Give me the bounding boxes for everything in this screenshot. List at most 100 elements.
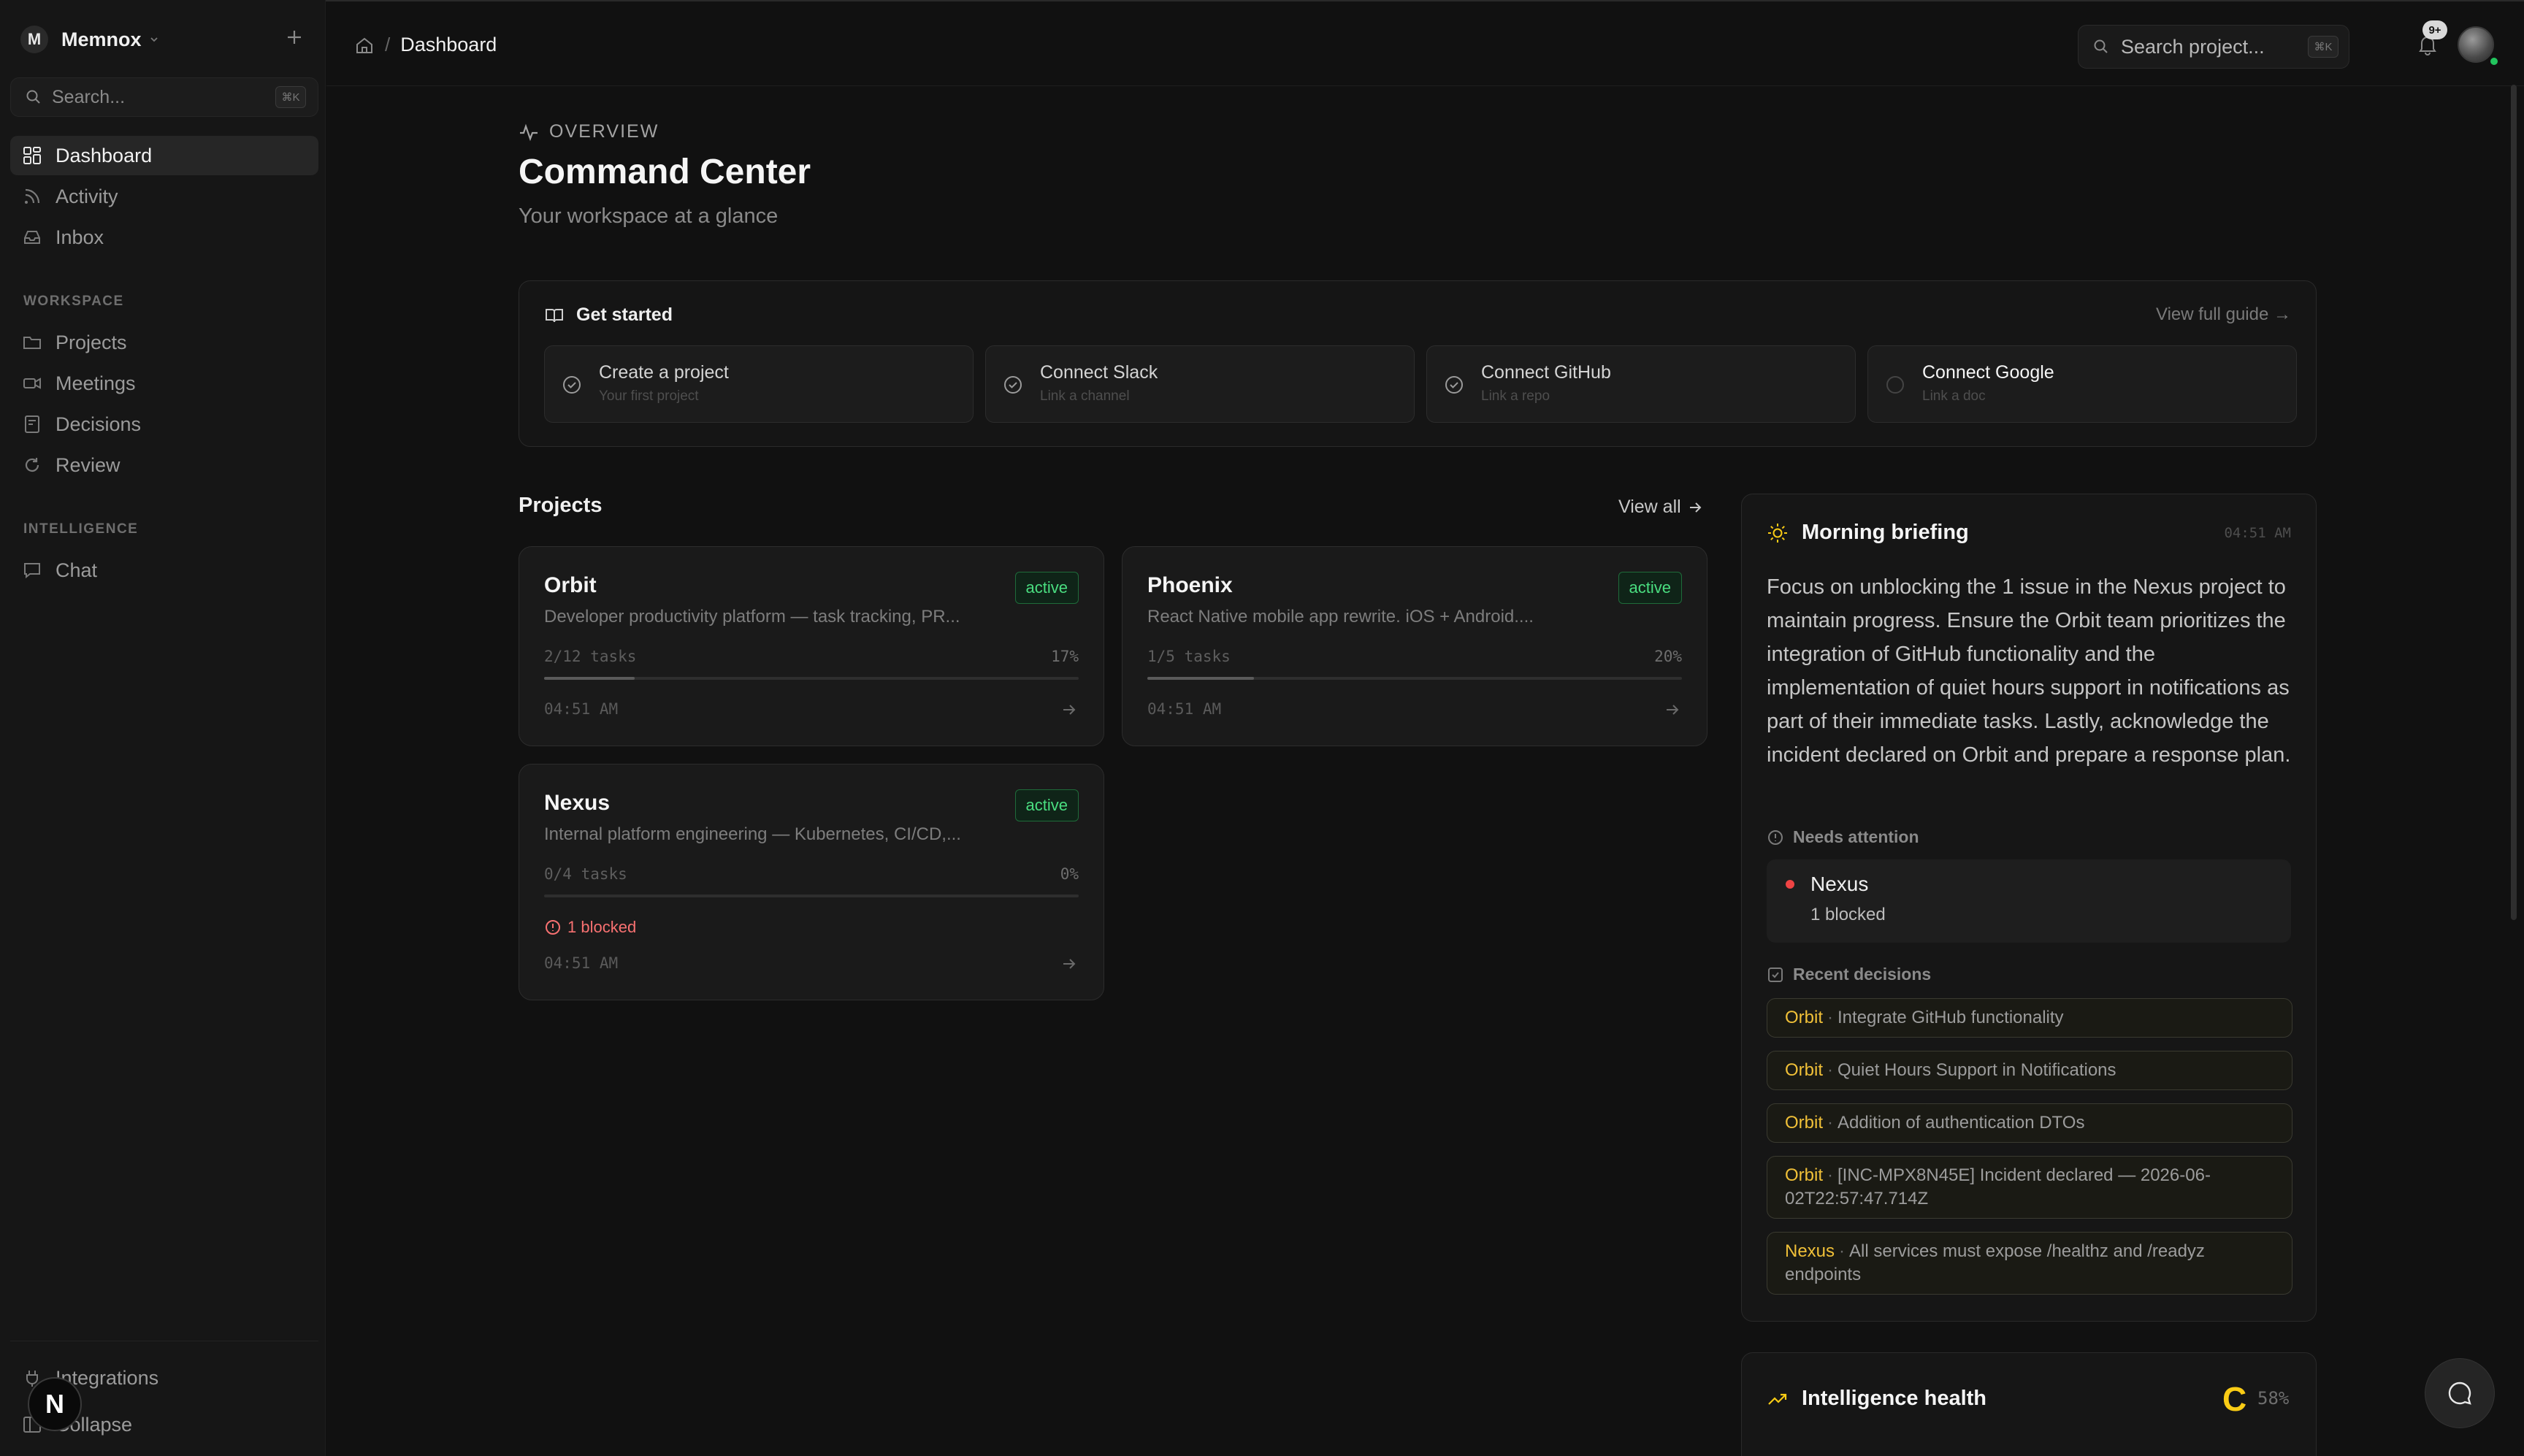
sun-icon [1768,523,1787,543]
plus-icon[interactable] [285,28,304,47]
empty-circle-icon [1886,376,1904,394]
project-name: Orbit [544,573,597,597]
project-card-phoenix[interactable]: Phoenix active React Native mobile app r… [1122,546,1707,746]
project-name: Nexus [544,791,611,815]
sidebar-item-review[interactable]: Review [10,445,318,485]
decision-item[interactable]: Orbit · [INC-MPX8N45E] Incident declared —… [1767,1156,2292,1219]
separator-dot: · [1827,1008,1834,1027]
page-scrollbar[interactable] [2511,85,2517,920]
breadcrumb: / Dashboard [354,34,497,56]
task-count: 1/5 tasks [1147,648,1231,665]
workspace-name: Memnox [61,28,142,50]
alert-circle-icon [546,920,560,935]
sidebar-item-activity[interactable]: Activity [10,177,318,216]
attention-item-nexus[interactable]: Nexus 1 blocked [1767,859,2291,943]
search-icon [2094,39,2108,53]
workspace-avatar: M [20,26,48,53]
search-icon [26,90,40,104]
morning-briefing-card: Morning briefing 04:51 AM Focus on unblo… [1741,494,2317,1322]
decision-item[interactable]: Nexus · All services must expose /healthz … [1767,1232,2292,1295]
sidebar: M Memnox ⌘K Dashboard Activity Inbox WOR… [0,0,326,1456]
status-badge: active [1014,789,1079,821]
home-icon[interactable] [354,35,375,55]
step-create-project[interactable]: Create a project Your first project [544,345,974,423]
separator-dot: · [1827,1113,1834,1133]
decision-text: Integrate GitHub functionality [1837,1008,2064,1027]
project-card-nexus[interactable]: Nexus active Internal platform engineeri… [519,764,1104,1000]
get-started-card: Get started View full guide → Create a p… [519,280,2317,447]
arrow-right-icon [1063,959,1076,969]
progress-fill [544,677,635,680]
alert-dot [1786,880,1794,889]
topbar: / Dashboard ⌘K 9+ [326,0,2524,86]
arrow-right-icon [1667,705,1679,715]
sidebar-search-input[interactable] [52,86,271,108]
attention-project: Nexus [1810,873,1869,895]
video-icon [23,378,41,389]
separator-dot: · [1839,1241,1846,1261]
check-circle-icon [563,376,581,394]
inbox-icon [24,231,40,244]
step-subtitle: Link a channel [1040,388,1130,404]
step-connect-slack[interactable]: Connect Slack Link a channel [985,345,1415,423]
shortcut-hint: ⌘K [275,86,306,108]
page-title: Command Center [519,153,811,191]
activity-icon [520,123,538,141]
decision-project: Orbit [1785,1113,1824,1133]
project-description: React Native mobile app rewrite. iOS + A… [1147,607,1534,627]
project-search-input[interactable] [2121,35,2318,58]
sidebar-item-inbox[interactable]: Inbox [10,218,318,257]
dev-tools-badge[interactable]: N [28,1377,82,1431]
message-circle-icon [2448,1382,2471,1405]
progress-bar [1147,677,1682,680]
progress-percent: 17% [1051,648,1079,665]
recent-decisions-label: Recent decisions [1793,965,1932,984]
decision-project: Orbit [1785,1008,1824,1027]
sidebar-item-label: Decisions [56,413,142,435]
decision-item[interactable]: Orbit · Integrate GitHub functionality [1767,998,2292,1038]
step-connect-google[interactable]: Connect Google Link a doc [1867,345,2297,423]
sidebar-item-chat[interactable]: Chat [10,551,318,590]
shortcut-hint: ⌘K [2308,36,2338,58]
chat-fab-button[interactable] [2425,1358,2495,1428]
task-count: 0/4 tasks [544,865,627,883]
check-circle-icon [1004,376,1022,394]
sidebar-item-label: Chat [56,559,98,581]
project-card-orbit[interactable]: Orbit active Developer productivity plat… [519,546,1104,746]
sidebar-item-decisions[interactable]: Decisions [10,405,318,444]
step-title: Connect Google [1922,362,2054,383]
view-all-label: View all [1618,497,1681,517]
sidebar-item-label: Inbox [56,226,104,248]
step-connect-github[interactable]: Connect GitHub Link a repo [1426,345,1856,423]
decision-text: Quiet Hours Support in Notifications [1837,1060,2116,1080]
updated-time: 04:51 AM [1147,700,1222,718]
project-description: Developer productivity platform — task t… [544,607,960,627]
online-status-dot [2488,55,2500,67]
decision-item[interactable]: Orbit · Addition of authentication DTOs [1767,1103,2292,1143]
rss-icon [25,188,40,204]
sidebar-item-label: Activity [56,185,118,207]
book-open-icon [546,308,563,322]
sidebar-item-dashboard[interactable]: Dashboard [10,136,318,175]
folder-icon [23,337,41,349]
sidebar-item-meetings[interactable]: Meetings [10,364,318,403]
project-search[interactable]: ⌘K [2078,25,2349,69]
decision-project: Nexus [1785,1241,1835,1261]
workspace-switcher[interactable]: M Memnox [20,25,159,54]
decision-text: All services must expose /healthz and /r… [1785,1241,2205,1284]
chevron-down-icon [150,37,158,42]
view-all-projects-link[interactable]: View all [1618,497,1703,518]
arrow-right-icon [1689,502,1702,513]
health-header: Intelligence health [1767,1387,1986,1411]
get-started-header: Get started [544,304,673,326]
view-full-guide-link[interactable]: View full guide → [2156,304,2291,325]
sidebar-item-label: Review [56,453,121,476]
health-title: Intelligence health [1802,1387,1986,1410]
needs-attention-label: Needs attention [1793,827,1919,846]
sidebar-item-label: Meetings [56,372,136,394]
recent-decisions-header: Recent decisions [1767,965,1931,984]
progress-bar [544,677,1079,680]
sidebar-item-projects[interactable]: Projects [10,323,318,362]
decision-item[interactable]: Orbit · Quiet Hours Support in Notificatio… [1767,1051,2292,1090]
sidebar-search[interactable]: ⌘K [10,77,318,117]
